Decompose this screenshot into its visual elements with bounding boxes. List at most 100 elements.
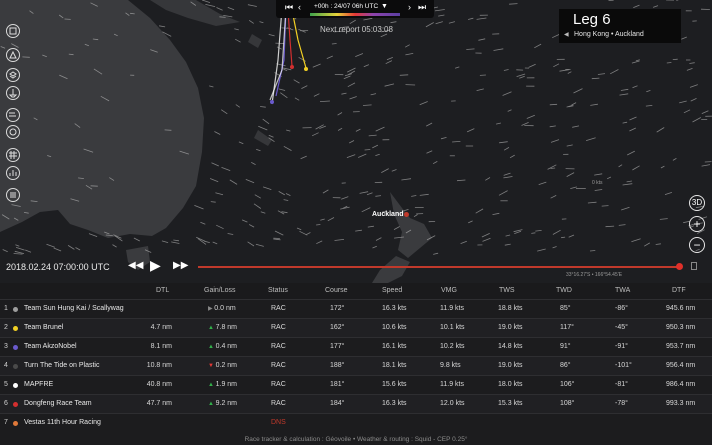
wind-streak xyxy=(281,211,288,214)
col-status[interactable]: Status xyxy=(268,287,288,294)
table-row[interactable]: 4 Turn The Tide on Plastic ▼ 0.2 nm 10.8 nm… xyxy=(0,356,712,375)
wind-streak xyxy=(466,48,475,50)
col-vmg[interactable]: VMG xyxy=(441,287,457,294)
cell-twd: 85° xyxy=(560,305,571,312)
table-row[interactable]: 6 Dongfeng Race Team ▲ 9.2 nm 47.7 nm RAC 184… xyxy=(0,394,712,413)
wind-streak xyxy=(589,250,596,252)
wind-streak xyxy=(316,240,323,245)
cell-status: DNS xyxy=(271,419,286,426)
col-tws[interactable]: TWS xyxy=(499,287,515,294)
layers-icon[interactable] xyxy=(6,68,20,82)
rewind-icon[interactable]: ◀◀ xyxy=(128,260,143,271)
table-row[interactable]: 1 Team Sun Hung Kai / Scallywag ▶ 0.0 nm RA… xyxy=(0,299,712,318)
team-name: MAPFRE xyxy=(24,381,54,388)
wind-streak xyxy=(550,139,560,143)
cell-twa: -45° xyxy=(615,324,628,331)
col-twd[interactable]: TWD xyxy=(556,287,572,294)
dropdown-icon[interactable]: ▼ xyxy=(381,2,388,12)
timeline-track[interactable] xyxy=(198,266,682,268)
team-name: Vestas 11th Hour Racing xyxy=(24,419,101,426)
timeline-end-marker[interactable] xyxy=(691,262,697,270)
wind-streak xyxy=(478,38,486,41)
next-icon[interactable]: › xyxy=(408,2,411,12)
wind-streak xyxy=(173,239,180,242)
zoom-out-button[interactable]: − xyxy=(689,237,705,253)
wind-streak xyxy=(327,217,335,222)
team-name: Dongfeng Race Team xyxy=(24,400,92,407)
col-dtl[interactable]: DTL xyxy=(156,287,169,294)
wind-streak xyxy=(349,19,356,25)
table-header: DTL Gain/Loss Status Course Speed VMG TW… xyxy=(0,283,712,299)
rank-number: 7 xyxy=(4,419,8,426)
cell-tws: 15.3 kts xyxy=(498,400,523,407)
menu-icon[interactable] xyxy=(6,188,20,202)
zoom-in-button[interactable]: + xyxy=(689,216,705,232)
wind-icon[interactable] xyxy=(6,108,20,122)
wind-streak xyxy=(362,104,372,106)
wind-streak xyxy=(220,109,228,115)
boat-dongfeng xyxy=(290,65,294,69)
fast-forward-icon[interactable]: ▶▶ xyxy=(173,260,188,271)
col-speed[interactable]: Speed xyxy=(382,287,402,294)
col-gainloss[interactable]: Gain/Loss xyxy=(204,287,236,294)
table-row[interactable]: 7 Vestas 11th Hour Racing DNS xyxy=(0,413,712,432)
cell-tws: 14.8 kts xyxy=(498,343,523,350)
table-row[interactable]: 3 Team AkzoNobel ▲ 0.4 nm 8.1 nm RAC 177° 16.1… xyxy=(0,337,712,356)
wind-streak xyxy=(476,17,487,20)
cell-twd: 117° xyxy=(560,324,574,331)
wind-streak xyxy=(337,112,343,116)
cell-status: RAC xyxy=(271,381,286,388)
wind-streak xyxy=(285,193,291,196)
wind-streak xyxy=(280,92,288,99)
team-color-dot xyxy=(13,326,18,331)
play-icon[interactable]: ▶ xyxy=(150,257,161,274)
wind-streak xyxy=(211,162,219,167)
col-course[interactable]: Course xyxy=(325,287,348,294)
leg-panel[interactable]: Leg 6 ◀ Hong Kong • Auckland xyxy=(559,9,681,43)
wind-streak xyxy=(503,172,511,176)
time-offset-label[interactable]: +00h : 24/07 06h UTC xyxy=(314,3,378,10)
wind-streak xyxy=(550,167,556,169)
stats-icon[interactable] xyxy=(6,166,20,180)
wind-streak xyxy=(386,57,393,61)
wind-streak xyxy=(519,75,525,79)
boat-icon[interactable] xyxy=(6,86,20,100)
wind-streak xyxy=(384,83,395,87)
wind-streak xyxy=(433,252,439,255)
wind-streak xyxy=(380,33,388,38)
gain-loss-cell: ▼ 0.2 nm xyxy=(208,362,237,369)
wind-streak xyxy=(112,244,117,248)
wind-streak xyxy=(466,128,475,133)
wind-streak xyxy=(14,250,25,254)
previous-icon[interactable]: ‹ xyxy=(298,2,301,12)
view-3d-button[interactable]: 3D xyxy=(689,195,705,211)
wind-streak xyxy=(434,9,445,12)
wind-streak xyxy=(468,17,474,20)
leg-back-icon[interactable]: ◀ xyxy=(564,31,569,38)
wind-streak xyxy=(672,158,677,161)
skip-start-icon[interactable]: ⏮ xyxy=(285,2,293,12)
wind-streak xyxy=(629,127,636,132)
fleet-icon[interactable] xyxy=(6,48,20,62)
col-twa[interactable]: TWA xyxy=(615,287,630,294)
wind-streak xyxy=(214,131,221,135)
wind-streak xyxy=(538,181,547,185)
wind-streak xyxy=(507,109,512,112)
race-map[interactable]: ⏮ ‹ +00h : 24/07 06h UTC ▼ › ⏭ Next repo… xyxy=(0,0,712,283)
weather-icon[interactable] xyxy=(6,125,20,139)
wind-streak xyxy=(227,233,234,235)
wind-streak xyxy=(375,126,385,132)
wind-streak xyxy=(273,238,281,241)
ranking-icon[interactable] xyxy=(6,24,20,38)
wind-streak xyxy=(552,246,557,249)
table-row[interactable]: 5 MAPFRE ▲ 1.9 nm 40.8 nm RAC 181° 15.6 kts 11.… xyxy=(0,375,712,394)
timeline-handle[interactable] xyxy=(676,263,683,270)
wind-streak xyxy=(504,243,511,246)
wind-streak xyxy=(435,21,443,25)
skip-end-icon[interactable]: ⏭ xyxy=(418,2,426,12)
col-dtf[interactable]: DTF xyxy=(672,287,686,294)
wind-streak xyxy=(361,207,371,213)
grid-icon[interactable] xyxy=(6,148,20,162)
wind-streak xyxy=(260,106,266,108)
table-row[interactable]: 2 Team Brunel ▲ 7.8 nm 4.7 nm RAC 162° 10.6 kt… xyxy=(0,318,712,337)
